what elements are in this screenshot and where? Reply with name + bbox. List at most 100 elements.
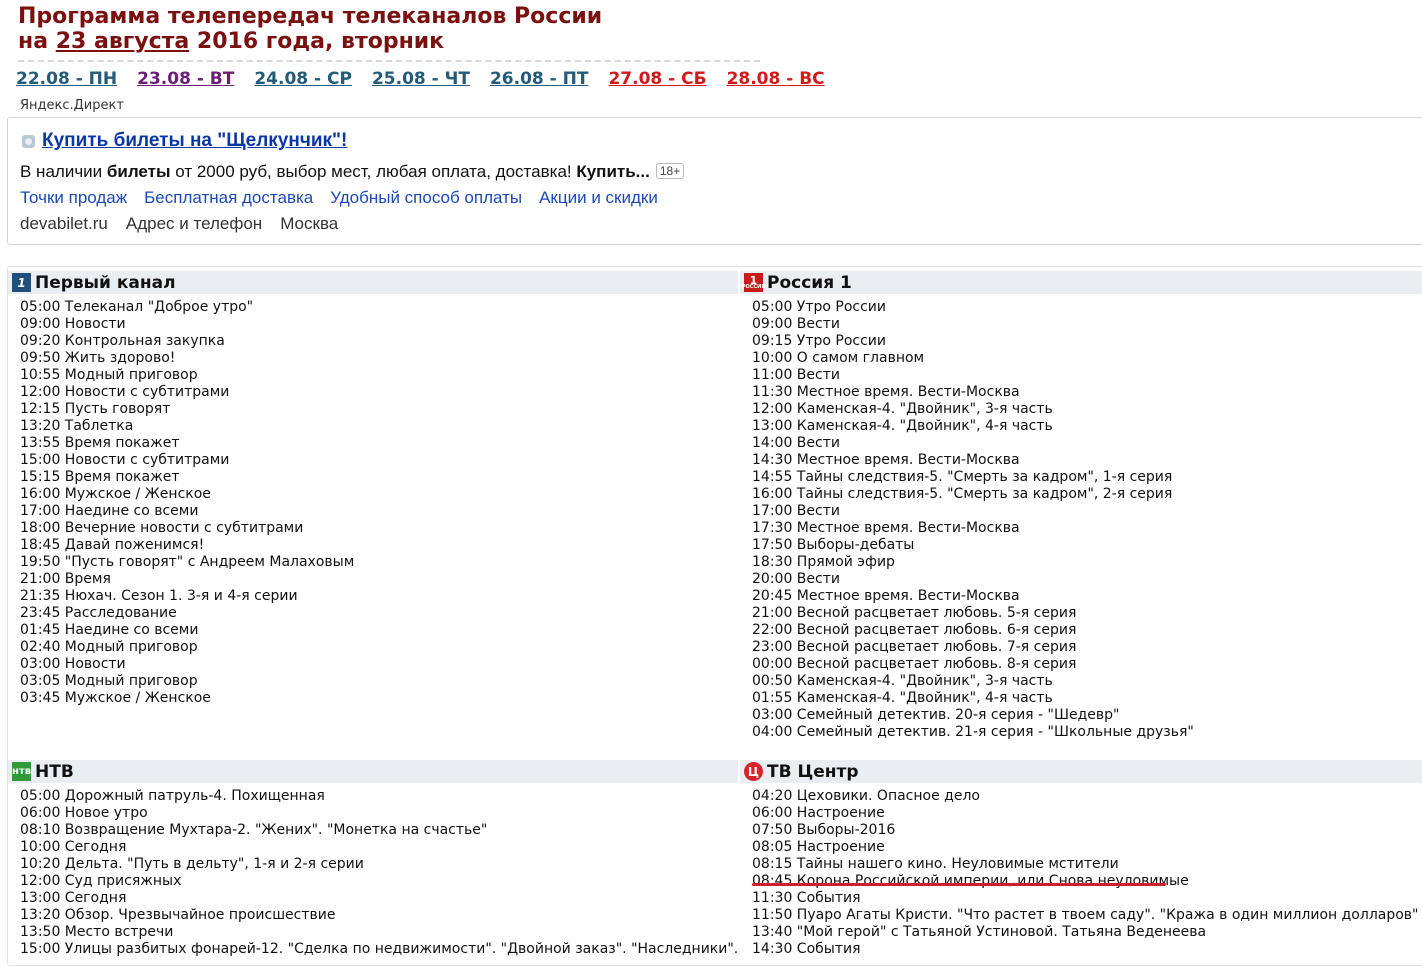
program-list: 05:00 Телеканал "Доброе утро" 09:00 Новос… [8, 294, 738, 707]
program-item: 13:20 Обзор. Чрезвычайное происшествие [20, 907, 336, 923]
program-item: 15:15 Время покажет [20, 469, 180, 485]
ad-title-link[interactable]: Купить билеты на "Щелкунчик"! [42, 130, 347, 152]
page-title-date-link[interactable]: 23 августа [56, 29, 190, 54]
tvc-logo-icon: Ц [744, 762, 763, 781]
program-item: 17:00 Вести [752, 503, 840, 519]
program-item: 11:00 Вести [752, 367, 840, 383]
channel-header: Ц ТВ Центр [740, 760, 1422, 783]
day-link-wed[interactable]: 24.08 - СР [254, 69, 352, 89]
program-list: 05:00 Утро России 09:00 Вести 09:15 Утро Р… [740, 294, 1422, 741]
day-link-mon[interactable]: 22.08 - ПН [16, 69, 117, 89]
program-item: 08:05 Настроение [752, 839, 885, 855]
program-item: 12:00 Каменская-4. "Двойник", 3-я часть [752, 401, 1053, 417]
program-item: 11:30 Местное время. Вести-Москва [752, 384, 1020, 400]
program-item: 17:50 Выборы-дебаты [752, 537, 915, 553]
program-item: 13:00 Сегодня [20, 890, 127, 906]
program-item: 09:00 Вести [752, 316, 840, 332]
program-item: 12:00 Новости с субтитрами [20, 384, 230, 400]
program-item: 09:20 Контрольная закупка [20, 333, 225, 349]
channel-header: 1 РОССИЯ Россия 1 [740, 271, 1422, 294]
program-item: 12:15 Пусть говорят [20, 401, 171, 417]
program-item: 19:50 "Пусть говорят" с Андреем Малаховы… [20, 554, 355, 570]
ad-link-sale-points[interactable]: Точки продаж [20, 188, 127, 208]
program-item: 11:30 События [752, 890, 861, 906]
ad-domain[interactable]: devabilet.ru [20, 214, 108, 234]
ad-link-free-delivery[interactable]: Бесплатная доставка [144, 188, 313, 208]
ad-body: В наличии билеты от 2000 руб, выбор мест… [20, 162, 685, 182]
program-item: 14:30 События [752, 941, 861, 957]
program-item: 20:45 Местное время. Вести-Москва [752, 588, 1020, 604]
channel-name[interactable]: Россия 1 [767, 273, 852, 293]
program-item: 17:30 Местное время. Вести-Москва [752, 520, 1020, 536]
program-item: 14:00 Вести [752, 435, 840, 451]
program-item: 15:00 Новости с субтитрами [20, 452, 230, 468]
program-item: 10:20 Дельта. "Путь в дельту", 1-я и 2-я… [20, 856, 364, 872]
program-item: 18:30 Прямой эфир [752, 554, 895, 570]
program-item: 10:00 Сегодня [20, 839, 127, 855]
program-item: 21:35 Нюхач. Сезон 1. 3-я и 4-я серии [20, 588, 298, 604]
red-underline-annotation [752, 883, 1166, 886]
program-item: 21:00 Время [20, 571, 111, 587]
program-item: 10:00 О самом главном [752, 350, 925, 366]
ntv-logo-icon: нтв [12, 762, 31, 781]
program-item: 05:00 Утро России [752, 299, 886, 315]
title-divider [18, 60, 760, 62]
program-item: 04:20 Цеховики. Опасное дело [752, 788, 980, 804]
program-item: 03:00 Новости [20, 656, 126, 672]
program-item: 12:00 Суд присяжных [20, 873, 182, 889]
ad-body-bold-2: Купить... [576, 162, 650, 181]
page-title-prefix: на [18, 29, 49, 54]
program-item: 18:00 Вечерние новости с субтитрами [20, 520, 304, 536]
page-title-line1: Программа телепередач телеканалов России [18, 4, 603, 29]
program-item: 11:50 Пуаро Агаты Кристи. "Что растет в … [752, 907, 1419, 923]
program-item: 21:00 Весной расцветает любовь. 5-я сери… [752, 605, 1077, 621]
perviy-kanal-logo-icon: 1 [12, 273, 31, 292]
channel-name[interactable]: НТВ [35, 762, 74, 782]
program-item: 01:45 Наедине со всеми [20, 622, 199, 638]
program-item: 06:00 Настроение [752, 805, 885, 821]
ad-body-text-2: от 2000 руб, выбор мест, любая оплата, д… [170, 162, 577, 181]
ad-provider-label[interactable]: Яндекс.Директ [20, 98, 124, 113]
program-item: 16:00 Мужское / Женское [20, 486, 211, 502]
channel-ntv: нтв НТВ 05:00 Дорожный патруль-4. Похище… [8, 760, 738, 958]
program-item: 08:45 Корона Российской империи, или Сно… [752, 873, 1189, 889]
program-item: 13:55 Время покажет [20, 435, 180, 451]
program-item: 07:50 Выборы-2016 [752, 822, 896, 838]
day-link-fri[interactable]: 26.08 - ПТ [490, 69, 589, 89]
ad-link-promos[interactable]: Акции и скидки [539, 188, 658, 208]
program-item: 04:00 Семейный детектив. 21-я серия - "Ш… [752, 724, 1194, 740]
channel-header: 1 Первый канал [8, 271, 738, 294]
ad-link-payment[interactable]: Удобный способ оплаты [330, 188, 522, 208]
program-list: 04:20 Цеховики. Опасное дело 06:00 Настро… [740, 783, 1422, 958]
ad-header: Купить билеты на "Щелкунчик"! [22, 130, 347, 152]
program-item: 13:20 Таблетка [20, 418, 134, 434]
program-item: 03:05 Модный приговор [20, 673, 198, 689]
ad-region: Москва [280, 214, 339, 233]
program-item: 08:15 Тайны нашего кино. Неуловимые мсти… [752, 856, 1119, 872]
program-item: 16:00 Тайны следствия-5. "Смерть за кадр… [752, 486, 1173, 502]
channel-name[interactable]: Первый канал [35, 273, 176, 293]
day-link-sun[interactable]: 28.08 - ВС [727, 69, 825, 89]
program-item: 10:55 Модный приговор [20, 367, 198, 383]
program-item: 09:15 Утро России [752, 333, 886, 349]
ad-body-text-1: В наличии [20, 162, 107, 181]
channel-name[interactable]: ТВ Центр [767, 762, 859, 782]
program-item: 00:50 Каменская-4. "Двойник", 3-я часть [752, 673, 1053, 689]
channel-header: нтв НТВ [8, 760, 738, 783]
page-title: Программа телепередач телеканалов России… [18, 4, 602, 54]
day-link-thu[interactable]: 25.08 - ЧТ [372, 69, 470, 89]
program-item: 22:00 Весной расцветает любовь. 6-я сери… [752, 622, 1077, 638]
program-item: 06:00 Новое утро [20, 805, 148, 821]
program-item: 20:00 Вести [752, 571, 840, 587]
russia1-logo-icon: 1 РОССИЯ [742, 273, 765, 292]
ad-contacts-link[interactable]: Адрес и телефон [126, 214, 262, 234]
day-link-sat[interactable]: 27.08 - СБ [608, 69, 706, 89]
favicon-icon [22, 134, 35, 148]
program-item: 14:30 Местное время. Вести-Москва [752, 452, 1020, 468]
channel-tvc: Ц ТВ Центр 04:20 Цеховики. Опасное дело 0… [740, 760, 1422, 958]
day-link-tue[interactable]: 23.08 - ВТ [137, 69, 234, 89]
ad-block: Купить билеты на "Щелкунчик"! В наличии … [7, 117, 1422, 245]
channel-perviy: 1 Первый канал 05:00 Телеканал "Доброе у… [8, 271, 738, 707]
ad-sitelinks: Точки продаж Бесплатная доставка Удобный… [20, 188, 675, 208]
program-item: 05:00 Дорожный патруль-4. Похищенная [20, 788, 325, 804]
